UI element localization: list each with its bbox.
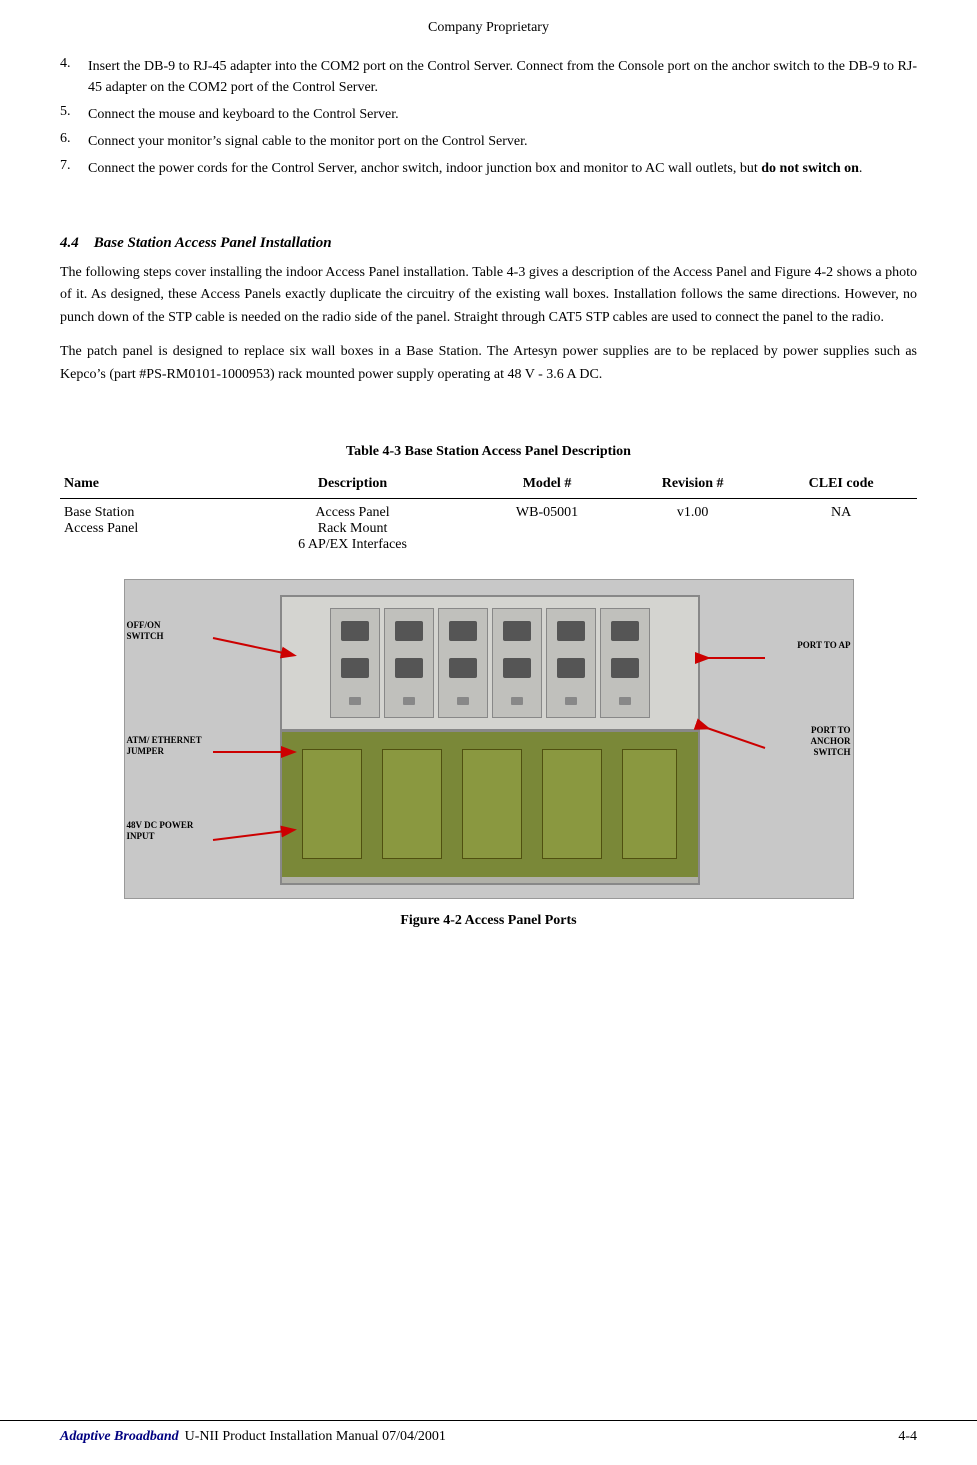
list-item: 4. Insert the DB-9 to RJ-45 adapter into…	[60, 56, 917, 98]
cell-model: WB-05001	[474, 498, 620, 559]
page: Company Proprietary 4. Insert the DB-9 t…	[0, 0, 977, 1465]
footer-page-number: 4-4	[898, 1429, 917, 1445]
circuit-4	[542, 749, 602, 859]
cell-desc-line2: Rack Mount	[318, 521, 388, 536]
table-row: Base Station Access Panel Access Panel R…	[60, 498, 917, 559]
jack-5b	[557, 658, 585, 678]
circuit-2	[382, 749, 442, 859]
led-6	[619, 697, 631, 705]
cell-description: Access Panel Rack Mount 6 AP/EX Interfac…	[231, 498, 474, 559]
list-item: 5. Connect the mouse and keyboard to the…	[60, 104, 917, 125]
col-header-model: Model #	[474, 470, 620, 499]
list-7-text-after: .	[859, 161, 863, 176]
cell-desc-line1: Access Panel	[315, 505, 389, 520]
panel-bottom-section	[282, 732, 698, 877]
port-3	[438, 608, 488, 718]
paragraph-2: The patch panel is designed to replace s…	[60, 341, 917, 386]
list-num-7: 7.	[60, 158, 88, 179]
figure-image: OFF/ON SWITCH ATM/ ETHERNET JUMPER 48V D…	[124, 579, 854, 899]
port-group	[330, 608, 650, 718]
port-2	[384, 608, 434, 718]
cell-clei: NA	[765, 498, 917, 559]
label-power: 48V DC POWER INPUT	[127, 820, 194, 842]
led-5	[565, 697, 577, 705]
jack-5a	[557, 621, 585, 641]
jack-4b	[503, 658, 531, 678]
spacer-bottom	[60, 939, 917, 969]
led-4	[511, 697, 523, 705]
table-title: Table 4-3 Base Station Access Panel Desc…	[60, 444, 917, 460]
section-heading: 4.4 Base Station Access Panel Installati…	[60, 235, 917, 252]
list-content-7: Connect the power cords for the Control …	[88, 158, 917, 179]
list-7-text-before: Connect the power cords for the Control …	[88, 161, 761, 176]
list-7-bold: do not switch on	[761, 161, 859, 176]
col-header-description: Description	[231, 470, 474, 499]
cell-desc-line3: 6 AP/EX Interfaces	[298, 537, 407, 552]
header-title-text: Company Proprietary	[428, 20, 549, 35]
list-content-5: Connect the mouse and keyboard to the Co…	[88, 104, 917, 125]
jack-3b	[449, 658, 477, 678]
list-num-5: 5.	[60, 104, 88, 125]
led-1	[349, 697, 361, 705]
circuit-3	[462, 749, 522, 859]
jack-6a	[611, 621, 639, 641]
led-2	[403, 697, 415, 705]
list-item: 6. Connect your monitor’s signal cable t…	[60, 131, 917, 152]
circuit-1	[302, 749, 362, 859]
numbered-list: 4. Insert the DB-9 to RJ-45 adapter into…	[60, 56, 917, 179]
paragraph-1: The following steps cover installing the…	[60, 262, 917, 329]
list-content-4: Insert the DB-9 to RJ-45 adapter into th…	[88, 56, 917, 98]
label-off-on: OFF/ON SWITCH	[127, 620, 164, 642]
jack-1b	[341, 658, 369, 678]
jack-1a	[341, 621, 369, 641]
col-header-clei: CLEI code	[765, 470, 917, 499]
label-port-ap: PORT TO AP	[797, 640, 850, 651]
list-num-4: 4.	[60, 56, 88, 98]
footer-text: U-NII Product Installation Manual 07/04/…	[185, 1429, 899, 1445]
list-content-6: Connect your monitor’s signal cable to t…	[88, 131, 917, 152]
description-table: Name Description Model # Revision # CLEI…	[60, 470, 917, 559]
panel-graphic	[280, 595, 700, 885]
port-5	[546, 608, 596, 718]
section-number: 4.4	[60, 235, 79, 251]
section-title: Base Station Access Panel Installation	[94, 235, 332, 251]
port-1	[330, 608, 380, 718]
jack-4a	[503, 621, 531, 641]
page-footer: Adaptive Broadband U-NII Product Install…	[0, 1420, 977, 1445]
col-header-name: Name	[60, 470, 231, 499]
list-item: 7. Connect the power cords for the Contr…	[60, 158, 917, 179]
led-3	[457, 697, 469, 705]
cell-name: Base Station Access Panel	[60, 498, 231, 559]
cell-name-line1: Base Station	[64, 505, 134, 520]
jack-2b	[395, 658, 423, 678]
col-header-revision: Revision #	[620, 470, 765, 499]
list-num-6: 6.	[60, 131, 88, 152]
figure-container: OFF/ON SWITCH ATM/ ETHERNET JUMPER 48V D…	[60, 579, 917, 929]
label-atm: ATM/ ETHERNET JUMPER	[127, 735, 202, 757]
jack-3a	[449, 621, 477, 641]
cell-revision: v1.00	[620, 498, 765, 559]
port-4	[492, 608, 542, 718]
jack-6b	[611, 658, 639, 678]
table-header-row: Name Description Model # Revision # CLEI…	[60, 470, 917, 499]
footer-brand: Adaptive Broadband	[60, 1429, 179, 1445]
label-port-anchor: PORT TO ANCHOR SWITCH	[811, 725, 851, 757]
port-6	[600, 608, 650, 718]
cell-name-line2: Access Panel	[64, 521, 138, 536]
circuit-5	[622, 749, 677, 859]
jack-2a	[395, 621, 423, 641]
figure-caption: Figure 4-2 Access Panel Ports	[400, 913, 576, 929]
panel-top-section	[282, 597, 698, 732]
page-header: Company Proprietary	[60, 20, 917, 36]
